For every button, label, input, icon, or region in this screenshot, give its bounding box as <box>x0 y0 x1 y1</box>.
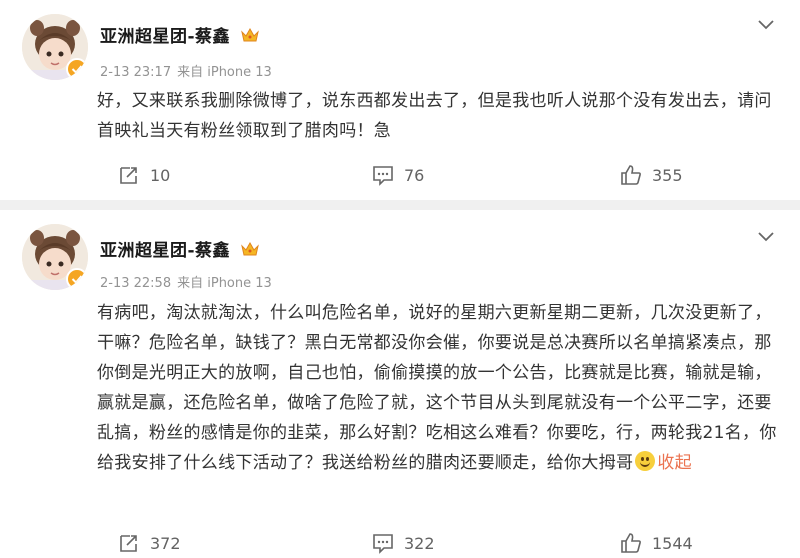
post-text: 好，又来联系我删除微博了，说东西都发出去了，但是我也听人说那个没有发出去，请问首… <box>97 91 772 141</box>
action-bar: 10 76 355 <box>0 160 800 190</box>
verified-badge-icon <box>66 268 88 290</box>
smile-emoji-icon <box>635 451 656 471</box>
action-bar: 372 322 1544 <box>0 528 800 558</box>
username[interactable]: 亚洲超星团-蔡鑫 <box>100 22 230 47</box>
comment-button[interactable]: 322 <box>372 528 435 558</box>
crown-icon <box>241 27 259 42</box>
collapse-link[interactable]: 收起 <box>657 453 692 473</box>
repost-count: 10 <box>150 165 171 185</box>
post-date[interactable]: 2-13 22:58 <box>100 276 171 291</box>
repost-icon <box>120 535 137 552</box>
like-button[interactable]: 355 <box>620 160 683 190</box>
comment-count: 76 <box>404 165 425 185</box>
post-date[interactable]: 2-13 23:17 <box>100 65 171 80</box>
username[interactable]: 亚洲超星团-蔡鑫 <box>100 236 230 261</box>
comment-button[interactable]: 76 <box>372 160 424 190</box>
repost-count: 372 <box>150 533 181 553</box>
post-source: 来自 iPhone 13 <box>177 276 272 291</box>
like-icon <box>621 165 641 185</box>
like-icon <box>621 533 641 553</box>
weibo-post: 亚洲超星团-蔡鑫 2-13 22:58 来自 iPhone 13 有病吧，淘汰就淘… <box>0 210 800 558</box>
weibo-post: 亚洲超星团-蔡鑫 2-13 23:17 来自 iPhone 13 好，又来联系我删… <box>0 0 800 200</box>
comment-count: 322 <box>404 533 435 553</box>
comment-icon <box>373 166 393 186</box>
verified-badge-icon <box>66 58 88 80</box>
repost-button[interactable]: 372 <box>118 528 181 558</box>
like-button[interactable]: 1544 <box>620 528 693 558</box>
post-text-container: 有病吧，淘汰就淘汰，什么叫危险名单，说好的星期六更新星期二更新，几次没更新了，干… <box>97 298 787 478</box>
chevron-down-icon[interactable] <box>758 20 774 30</box>
repost-button[interactable]: 10 <box>118 160 170 190</box>
chevron-down-icon[interactable] <box>758 232 774 242</box>
post-meta: 2-13 23:17 来自 iPhone 13 <box>100 61 272 80</box>
avatar[interactable] <box>22 224 88 290</box>
like-count: 1544 <box>652 533 693 553</box>
comment-icon <box>373 534 393 554</box>
crown-icon <box>241 241 259 256</box>
post-source: 来自 iPhone 13 <box>177 65 272 80</box>
post-meta: 2-13 22:58 来自 iPhone 13 <box>100 272 272 291</box>
repost-icon <box>120 167 137 184</box>
avatar[interactable] <box>22 14 88 80</box>
post-text: 有病吧，淘汰就淘汰，什么叫危险名单，说好的星期六更新星期二更新，几次没更新了，干… <box>97 303 777 473</box>
like-count: 355 <box>652 165 683 185</box>
